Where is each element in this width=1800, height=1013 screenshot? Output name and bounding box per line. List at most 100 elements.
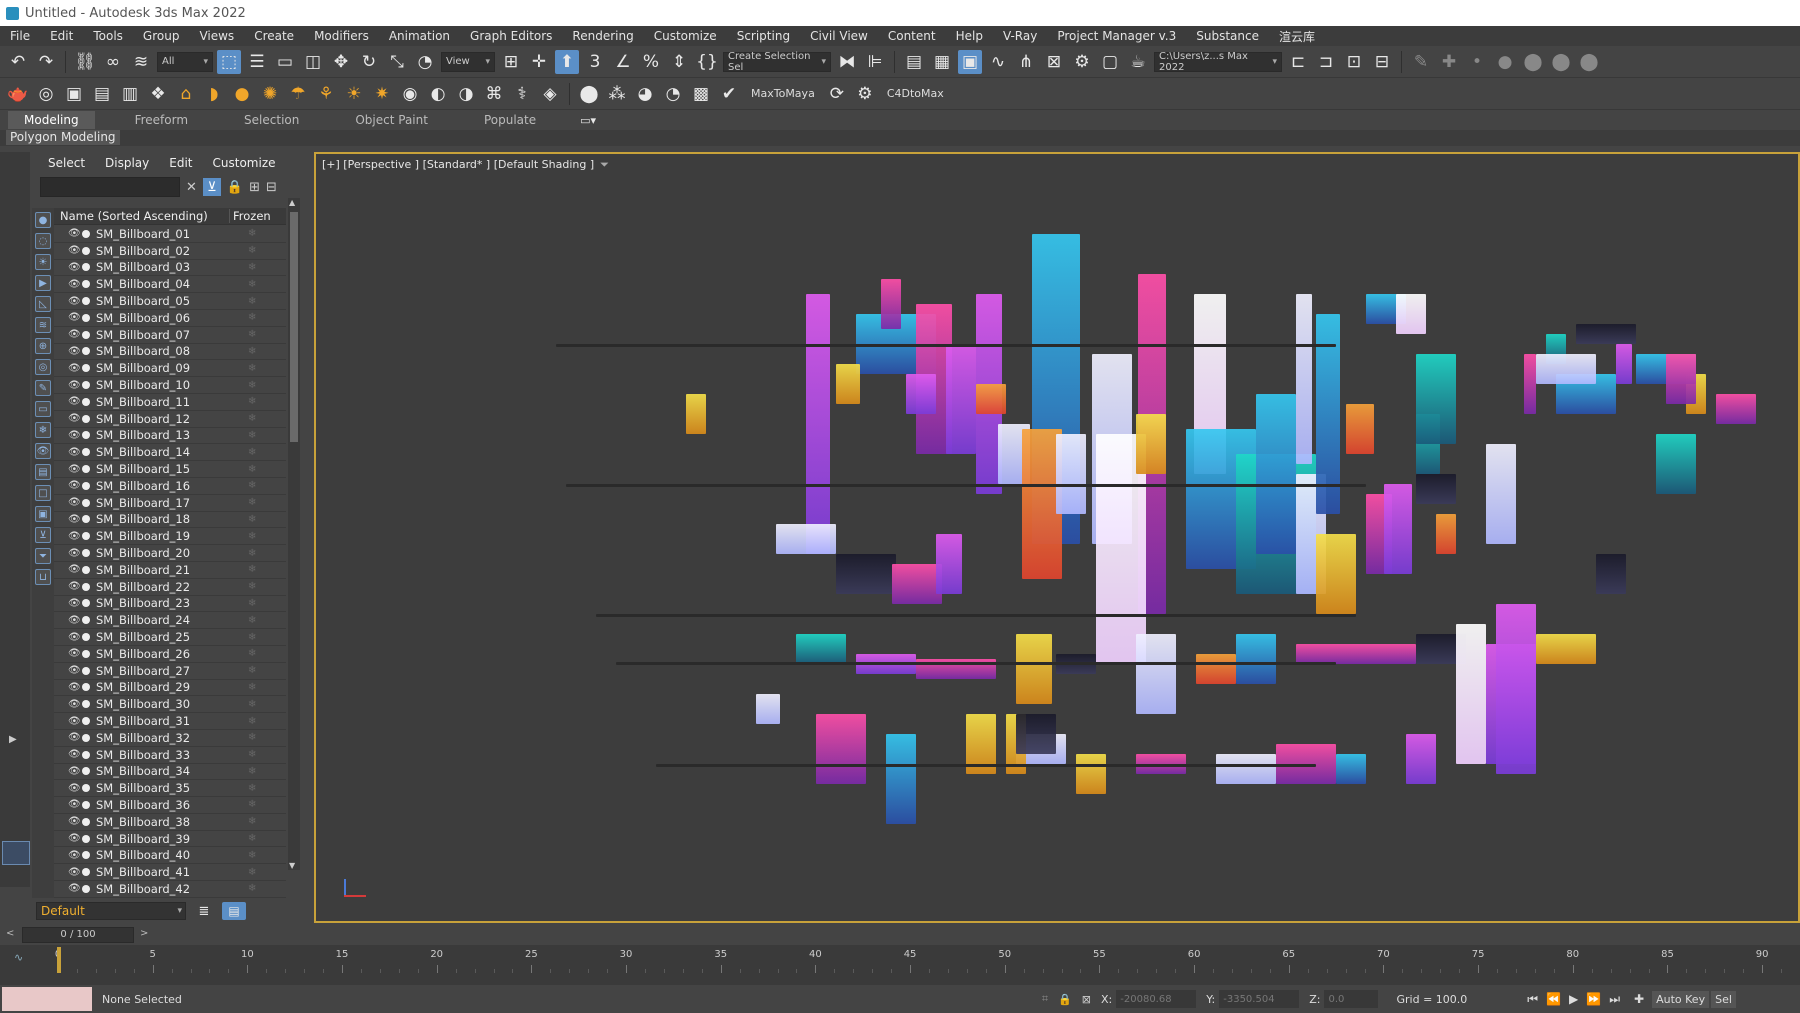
freeze-toggle-icon[interactable]: ❄	[248, 867, 256, 878]
freeze-toggle-icon[interactable]: ❄	[248, 430, 256, 441]
menu-edit[interactable]: Edit	[40, 29, 83, 43]
freeze-toggle-icon[interactable]: ❄	[248, 413, 256, 424]
maxtomaya-plugin-icon[interactable]: ⟳	[825, 82, 849, 106]
render-dot-icon[interactable]	[82, 633, 90, 642]
vray-check-icon[interactable]: ✔	[717, 82, 741, 106]
visibility-eye-icon[interactable]: 👁	[68, 430, 81, 441]
render-dot-icon[interactable]	[82, 397, 90, 406]
list-item[interactable]: 👁 SM_Billboard_35 ❄	[54, 780, 286, 798]
vray-torus-icon[interactable]: ◎	[34, 82, 58, 106]
bind-spacewarp-icon[interactable]: ≋	[129, 50, 153, 74]
freeze-toggle-icon[interactable]: ❄	[248, 732, 256, 743]
menu-rendering[interactable]: Rendering	[562, 29, 643, 43]
tab-populate[interactable]: Populate	[468, 111, 552, 129]
filter-icon[interactable]: ⊻	[202, 178, 221, 196]
list-item[interactable]: 👁 SM_Billboard_31 ❄	[54, 713, 286, 730]
visibility-eye-icon[interactable]: 👁	[68, 699, 81, 710]
tab-selection[interactable]: Selection	[228, 111, 315, 129]
vray-ambient-light-icon[interactable]: ⚘	[314, 82, 338, 106]
angle-snap-icon[interactable]: ∠	[611, 50, 635, 74]
clear-search-icon[interactable]: ✕	[186, 180, 197, 195]
project-folder-icon[interactable]: ⊐	[1314, 50, 1338, 74]
column-name-header[interactable]: Name (Sorted Ascending)	[54, 209, 229, 223]
playhead-marker[interactable]	[57, 947, 61, 973]
render-dot-icon[interactable]	[82, 599, 90, 608]
explorer-search-input[interactable]	[40, 177, 180, 197]
teapot-icon[interactable]: 🫖	[6, 82, 30, 106]
render-dot-icon[interactable]	[82, 263, 90, 272]
visibility-eye-icon[interactable]: 👁	[68, 447, 81, 458]
explorer-menu-select[interactable]: Select	[48, 156, 85, 170]
freeze-toggle-icon[interactable]: ❄	[248, 346, 256, 357]
curve-editor-mini-icon[interactable]: ∿	[14, 951, 23, 964]
freeze-toggle-icon[interactable]: ❄	[248, 380, 256, 391]
display-geometry-icon[interactable]: ●	[35, 212, 51, 228]
render-dot-icon[interactable]	[82, 834, 90, 843]
list-item[interactable]: 👁 SM_Billboard_33 ❄	[54, 747, 286, 764]
render-dot-icon[interactable]	[82, 313, 90, 322]
column-frozen-header[interactable]: Frozen	[229, 209, 271, 223]
freeze-toggle-icon[interactable]: ❄	[248, 497, 256, 508]
vray-dome-light-icon[interactable]: ◗	[202, 82, 226, 106]
visibility-eye-icon[interactable]: 👁	[68, 514, 81, 525]
vray-mesh-light-icon[interactable]: ✺	[258, 82, 282, 106]
visibility-eye-icon[interactable]: 👁	[68, 396, 81, 407]
select-by-name-icon[interactable]: ☰	[245, 50, 269, 74]
list-item[interactable]: 👁 SM_Billboard_14 ❄	[54, 444, 286, 462]
mirror-icon[interactable]: ⧓	[835, 50, 859, 74]
visibility-eye-icon[interactable]: 👁	[68, 749, 81, 760]
menu-group[interactable]: Group	[133, 29, 190, 43]
select-object-icon[interactable]: ⬚	[217, 49, 241, 74]
timeline-ruler[interactable]: 051015202530354045505560657075808590	[55, 945, 1800, 985]
list-item[interactable]: 👁 SM_Billboard_26 ❄	[54, 646, 286, 663]
list-item[interactable]: 👁 SM_Billboard_11 ❄	[54, 394, 286, 411]
edit-named-selection-icon[interactable]: {}	[695, 50, 719, 74]
visibility-eye-icon[interactable]: 👁	[68, 380, 81, 391]
freeze-toggle-icon[interactable]: ❄	[248, 312, 256, 323]
render-dot-icon[interactable]	[82, 851, 90, 860]
render-dot-icon[interactable]	[82, 565, 90, 574]
material-converter-icon[interactable]: ◔	[661, 82, 685, 106]
layer-explorer-icon[interactable]: ▤	[902, 50, 926, 74]
list-item[interactable]: 👁 SM_Billboard_16 ❄	[54, 478, 286, 495]
render-dot-icon[interactable]	[82, 330, 90, 339]
render-dot-icon[interactable]	[82, 364, 90, 373]
list-item[interactable]: 👁 SM_Billboard_32 ❄	[54, 730, 286, 747]
visibility-eye-icon[interactable]: 👁	[68, 632, 81, 643]
z-coord-field[interactable]: 0.0	[1324, 990, 1379, 1008]
visibility-eye-icon[interactable]: 👁	[68, 312, 81, 323]
menu-customize[interactable]: Customize	[644, 29, 727, 43]
menu-civil-view[interactable]: Civil View	[800, 29, 878, 43]
visibility-eye-icon[interactable]: 👁	[68, 564, 81, 575]
visibility-eye-icon[interactable]: 👁	[68, 867, 81, 878]
settings-gear-icon[interactable]: ⚙	[853, 82, 877, 106]
display-helpers-icon[interactable]: ◺	[35, 296, 51, 312]
select-move-icon[interactable]: ✥	[329, 50, 353, 74]
render-dot-icon[interactable]	[82, 532, 90, 541]
sort-by-layer-icon[interactable]: ≣	[192, 902, 216, 920]
render-dot-icon[interactable]	[82, 481, 90, 490]
freeze-toggle-icon[interactable]: ❄	[248, 464, 256, 475]
list-item[interactable]: 👁 SM_Billboard_22 ❄	[54, 579, 286, 596]
freeze-toggle-icon[interactable]: ❄	[248, 447, 256, 458]
x-coord-field[interactable]: -20080.68	[1116, 990, 1197, 1008]
display-bones-icon[interactable]: ✎	[35, 380, 51, 396]
vray-sphere-light-icon[interactable]: ●	[230, 82, 254, 106]
freeze-toggle-icon[interactable]: ❄	[248, 699, 256, 710]
c4dtomax-button[interactable]: C4DtoMax	[881, 87, 950, 100]
menu-substance[interactable]: Substance	[1186, 29, 1269, 43]
menu-help[interactable]: Help	[946, 29, 993, 43]
material-ball-icon[interactable]: ⬤	[577, 82, 601, 106]
perspective-viewport[interactable]: [+] [Perspective ] [Standard* ] [Default…	[314, 152, 1800, 923]
freeze-toggle-icon[interactable]: ❄	[248, 783, 256, 794]
hierarchy-collapse-icon[interactable]: ⊟	[266, 180, 277, 195]
schematic-view-icon[interactable]: ⋔	[1014, 50, 1038, 74]
freeze-toggle-icon[interactable]: ❄	[248, 716, 256, 727]
y-coord-field[interactable]: -3350.504	[1219, 990, 1300, 1008]
visibility-eye-icon[interactable]: 👁	[68, 598, 81, 609]
render-dot-icon[interactable]	[82, 381, 90, 390]
list-item[interactable]: 👁 SM_Billboard_41 ❄	[54, 864, 286, 882]
redo-icon[interactable]: ↷	[34, 50, 58, 74]
list-item[interactable]: 👁 SM_Billboard_25 ❄	[54, 629, 286, 646]
selection-filter-dropdown[interactable]: All	[157, 51, 213, 72]
